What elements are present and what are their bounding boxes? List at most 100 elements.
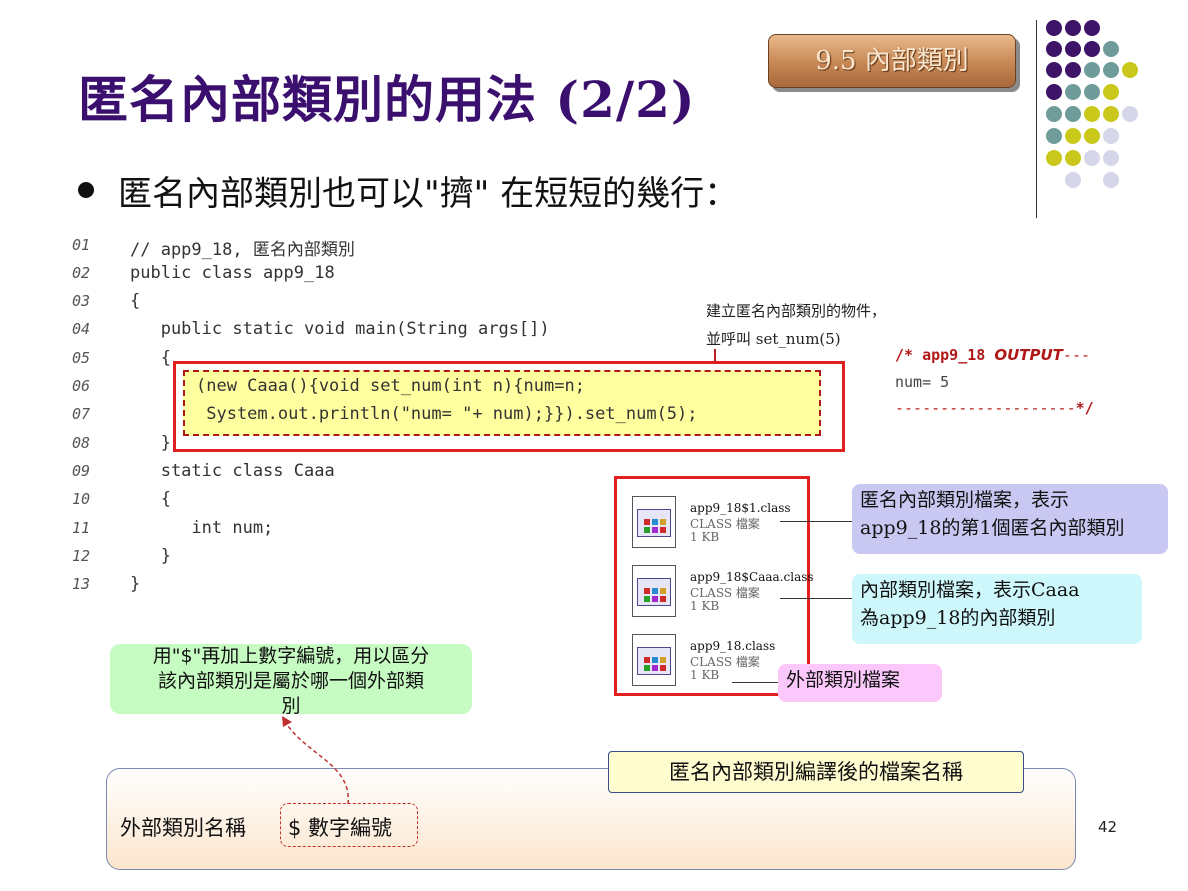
callout-connector (780, 598, 852, 599)
icon-square (660, 657, 666, 663)
dot (1065, 62, 1081, 78)
code-line: int num; (130, 518, 274, 538)
file-icon-window (637, 647, 671, 675)
icon-square (652, 519, 658, 525)
line-number: 08 (72, 434, 91, 452)
dot (1084, 128, 1100, 144)
code-line: System.out.println("num= "+ num);}}).set… (196, 404, 698, 424)
callout-connector (732, 682, 778, 683)
file-icon-window (637, 578, 671, 606)
code-line: { (130, 291, 141, 311)
icon-square (652, 657, 658, 663)
dot (1103, 84, 1119, 100)
code-line: static class Caaa (130, 461, 335, 481)
icon-square (644, 588, 650, 594)
callout-line: 外部類別檔案 (786, 669, 901, 691)
icon-square (660, 596, 666, 602)
dot (1046, 84, 1062, 100)
note-line: 建立匿名內部類別的物件， (706, 302, 887, 320)
dot (1046, 41, 1062, 57)
dot (1103, 150, 1119, 166)
dot (1046, 150, 1062, 166)
dot (1046, 20, 1062, 36)
line-number: 01 (72, 236, 91, 254)
dot (1103, 172, 1119, 188)
class-file-icon (632, 496, 676, 548)
dollar-naming-note: 用"$"再加上數字編號，用以區分 該內部類別是屬於哪一個外部類 別 (110, 644, 472, 717)
line-number: 07 (72, 405, 91, 423)
dot (1084, 62, 1100, 78)
dot (1065, 20, 1081, 36)
icon-square (652, 588, 658, 594)
output-header: /* app9_18 OUTPUT--- (895, 346, 1090, 364)
file-icon-window (637, 509, 671, 537)
code-line: } (130, 433, 171, 453)
code-line: { (130, 348, 171, 368)
icon-square (644, 596, 650, 602)
output-footer-dashes: -------------------- (895, 399, 1076, 417)
code-line: } (130, 546, 171, 566)
output-comment-open: /* (895, 346, 923, 364)
dot (1046, 128, 1062, 144)
icon-square (652, 527, 658, 533)
bullet-text: 匿名內部類別也可以"擠" 在短短的幾行： (118, 174, 739, 214)
output-program-name: app9_18 (922, 346, 995, 364)
callout-connector (780, 521, 852, 522)
dot (1103, 41, 1119, 57)
section-badge: 9.5 內部類別 (768, 34, 1016, 88)
code-line: public class app9_18 (130, 263, 335, 283)
anonymous-class-file-callout: 匿名內部類別檔案，表示 app9_18的第1個匿名內部類別 (852, 484, 1168, 554)
dot (1084, 41, 1100, 57)
output-comment-close: */ (1075, 399, 1094, 417)
line-number: 10 (72, 490, 91, 508)
output-footer: --------------------*/ (895, 399, 1094, 417)
icon-square (652, 665, 658, 671)
dot (1065, 106, 1081, 122)
pointer-line (714, 349, 716, 363)
output-result: num= 5 (895, 373, 950, 391)
line-number: 06 (72, 377, 91, 395)
note-line: 該內部類別是屬於哪一個外部類 (157, 670, 424, 692)
dot (1084, 150, 1100, 166)
dot (1046, 106, 1062, 122)
line-number: 03 (72, 292, 91, 310)
bullet-dot-icon (78, 182, 94, 198)
note-line: 用"$"再加上數字編號，用以區分 (152, 645, 430, 667)
outer-class-file-callout: 外部類別檔案 (778, 664, 942, 702)
dot (1084, 20, 1100, 36)
dot (1103, 128, 1119, 144)
callout-line: 內部類別檔案，表示Caaa (860, 579, 1080, 601)
file-name: app9_18$Caaa.class (690, 570, 814, 584)
icon-square (644, 527, 650, 533)
code-line: { (130, 489, 171, 509)
icon-square (660, 665, 666, 671)
file-name: app9_18$1.class (690, 501, 791, 515)
dashed-arrow (282, 716, 349, 805)
page-number: 42 (1098, 818, 1118, 836)
code-line: public static void main(String args[]) (130, 319, 550, 339)
dot (1084, 84, 1100, 100)
code-line: } (130, 574, 141, 594)
line-number: 05 (72, 349, 91, 367)
dot (1122, 106, 1138, 122)
callout-line: 匿名內部類別檔案，表示 (860, 489, 1070, 511)
file-size: 1 KB (690, 530, 720, 544)
vertical-divider (1036, 20, 1037, 218)
dot (1122, 62, 1138, 78)
line-number: 04 (72, 320, 91, 338)
dot (1046, 62, 1062, 78)
dot (1084, 106, 1100, 122)
icon-square (652, 596, 658, 602)
file-size: 1 KB (690, 668, 720, 682)
file-name: app9_18.class (690, 639, 776, 653)
dollar-number-label: $ 數字編號 (288, 816, 393, 840)
icon-square (660, 519, 666, 525)
class-file-icon (632, 634, 676, 686)
section-badge-label: 9.5 內部類別 (815, 46, 969, 76)
dot (1065, 41, 1081, 57)
line-number: 13 (72, 575, 91, 593)
code-line: (new Caaa(){void set_num(int n){num=n; (196, 376, 585, 396)
line-number: 11 (72, 519, 91, 537)
icon-square (660, 527, 666, 533)
outer-class-name-label: 外部類別名稱 (120, 816, 246, 840)
